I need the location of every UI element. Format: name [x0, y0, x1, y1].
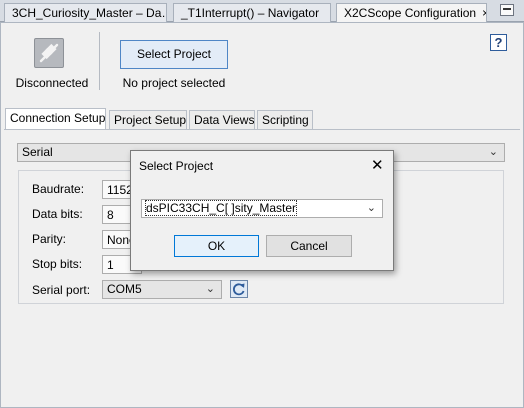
serial-port-label: Serial port:: [32, 283, 91, 297]
close-icon[interactable]: ✕: [371, 156, 384, 174]
ok-button[interactable]: OK: [174, 235, 259, 257]
close-icon[interactable]: ×: [482, 6, 486, 20]
minimize-icon[interactable]: [500, 4, 514, 16]
editor-tab-label: 3CH_Curiosity_Master – Da…: [12, 6, 167, 20]
project-select[interactable]: dsPIC33CH_C[ ]sity_Master ⌄: [141, 199, 383, 218]
tab-connection-setup[interactable]: Connection Setup: [5, 108, 106, 130]
serial-port-value: COM5: [107, 282, 142, 296]
cancel-button[interactable]: Cancel: [266, 235, 352, 257]
refresh-icon[interactable]: [230, 280, 248, 298]
dialog-title: Select Project: [139, 159, 214, 173]
chevron-down-icon: ⌄: [205, 283, 215, 295]
connection-status: Disconnected: [15, 76, 89, 90]
select-project-dialog: Select Project ✕ dsPIC33CH_C[ ]sity_Mast…: [130, 150, 394, 271]
editor-tab-label: _T1Interrupt() – Navigator: [181, 6, 320, 20]
chevron-down-icon: ⌄: [366, 202, 376, 214]
help-icon[interactable]: ?: [490, 34, 507, 51]
interface-value: Serial: [22, 145, 53, 159]
chevron-down-icon: ⌄: [488, 146, 498, 158]
baudrate-label: Baudrate:: [32, 182, 85, 196]
tab-label: Data Views: [194, 113, 255, 127]
parity-label: Parity:: [32, 232, 67, 246]
editor-tab-label: X2CScope Configuration: [344, 6, 477, 20]
project-status: No project selected: [122, 76, 226, 90]
editor-tab-navigator[interactable]: _T1Interrupt() – Navigator: [173, 3, 331, 22]
tab-label: Project Setup: [114, 113, 187, 127]
plug-disconnected-icon[interactable]: [34, 38, 64, 68]
serial-port-select[interactable]: COM5 ⌄: [102, 280, 222, 299]
select-project-button[interactable]: Select Project: [120, 40, 228, 69]
tab-scripting[interactable]: Scripting: [257, 110, 313, 130]
tab-label: Connection Setup: [10, 111, 106, 125]
toolbar-separator: [99, 32, 100, 90]
tab-data-views[interactable]: Data Views: [189, 110, 255, 130]
tab-project-setup[interactable]: Project Setup: [109, 110, 187, 130]
stop-bits-label: Stop bits:: [32, 257, 83, 271]
project-select-value: dsPIC33CH_C[ ]sity_Master: [144, 200, 298, 216]
tab-label: Scripting: [262, 113, 309, 127]
tab-divider: [4, 129, 520, 130]
data-bits-label: Data bits:: [32, 207, 83, 221]
editor-tab-dashboard[interactable]: 3CH_Curiosity_Master – Da…: [4, 3, 167, 22]
editor-tab-x2cscope[interactable]: X2CScope Configuration ×: [336, 3, 487, 23]
